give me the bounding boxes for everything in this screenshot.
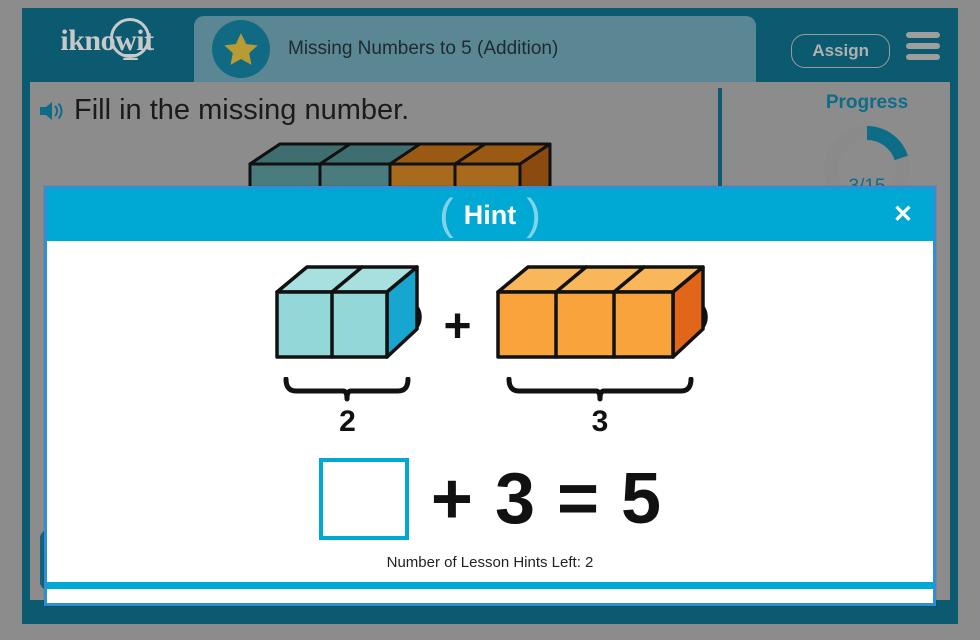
hint-title: Hint (463, 199, 517, 230)
plus-operator: + (443, 300, 472, 353)
sum-value: 5 (621, 459, 662, 539)
close-icon[interactable]: ✕ (893, 203, 913, 227)
hint-modal-body: 2 + 3 + 3 = 5 Number of Lesson Hints Lef… (47, 241, 933, 589)
plus-sign: + (430, 459, 473, 539)
hint-modal-header: ( Hint ) ✕ (47, 189, 933, 241)
hints-left-text: Number of Lesson Hints Left: 2 (386, 554, 594, 571)
answer-input-box[interactable] (318, 458, 409, 540)
equation-row: + 3 = 5 (47, 449, 933, 549)
lesson-title-pill: Missing Numbers to 5 (Addition) (194, 16, 756, 82)
speaker-icon[interactable] (38, 99, 66, 123)
progress-label: Progress (825, 92, 909, 113)
orange-brace (506, 377, 694, 402)
teal-block-group: 2 (267, 257, 427, 439)
hint-visual: 2 + 3 (47, 257, 933, 447)
hamburger-menu-icon[interactable] (906, 32, 940, 60)
addend-value: 3 (494, 459, 535, 539)
star-icon (212, 20, 270, 78)
teal-block-icon (275, 265, 423, 359)
prompt-text: Fill in the missing number. (74, 94, 410, 126)
hint-modal: ( Hint ) ✕ 2 + 3 + 3 = 5 Number of Lesso… (44, 186, 936, 606)
lesson-title: Missing Numbers to 5 (Addition) (288, 38, 559, 59)
left-paren-decoration: ( (439, 190, 454, 239)
hint-title-group: ( Hint ) (439, 193, 541, 237)
right-paren-decoration: ) (526, 190, 541, 239)
logo-text: iknowit (60, 24, 154, 57)
app-logo[interactable]: iknowit (32, 12, 182, 70)
orange-block-group: 3 (488, 257, 713, 439)
prompt-row: Fill in the missing number. (38, 94, 409, 127)
orange-block-icon (495, 265, 708, 359)
assign-button[interactable]: Assign (791, 34, 890, 68)
app-header: iknowit Missing Numbers to 5 (Addition) … (22, 8, 958, 82)
teal-brace (283, 377, 411, 402)
orange-block-count: 3 (591, 405, 609, 438)
vertical-divider (718, 88, 722, 188)
teal-block-count: 2 (339, 405, 356, 438)
equals-sign: = (557, 459, 600, 539)
modal-bottom-bar (47, 582, 933, 589)
